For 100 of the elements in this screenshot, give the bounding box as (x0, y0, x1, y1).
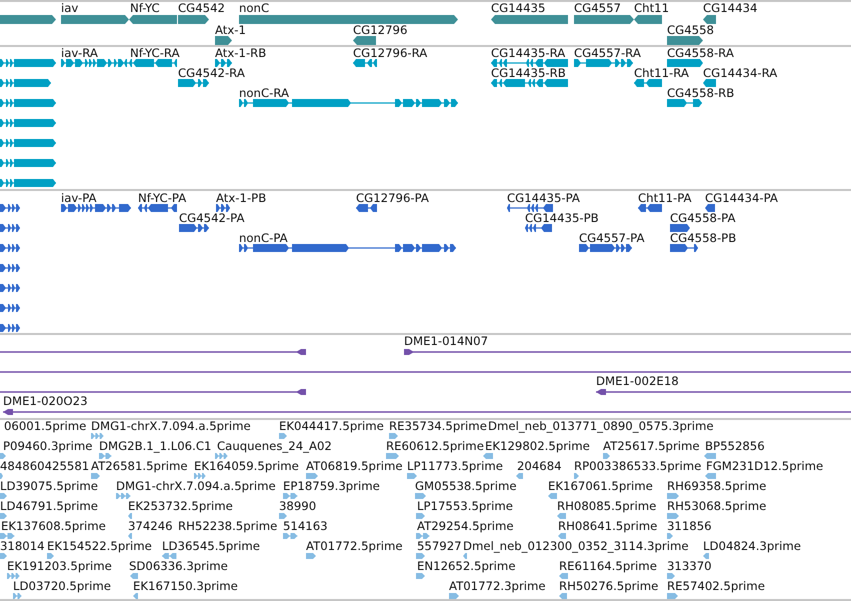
protein-feature[interactable] (0, 224, 20, 232)
est-feature[interactable] (0, 533, 15, 539)
est-feature[interactable] (7, 573, 20, 579)
protein-feature[interactable] (216, 204, 230, 212)
gene-feature[interactable] (129, 14, 177, 24)
transcript-feature[interactable] (239, 99, 458, 107)
est-feature[interactable] (407, 473, 417, 479)
est-feature[interactable] (667, 573, 675, 579)
protein-feature[interactable] (0, 204, 20, 212)
est-feature[interactable] (0, 513, 7, 519)
est-feature[interactable] (557, 513, 566, 519)
protein-feature[interactable] (670, 224, 690, 232)
est-feature[interactable] (128, 533, 132, 539)
protein-feature[interactable] (179, 224, 209, 232)
clone-feature[interactable] (596, 388, 851, 396)
est-feature[interactable] (705, 473, 716, 479)
est-feature[interactable] (389, 433, 398, 439)
est-feature[interactable] (0, 553, 7, 559)
transcript-feature[interactable] (0, 139, 56, 147)
gene-feature[interactable] (491, 14, 568, 24)
est-feature[interactable] (667, 533, 673, 539)
gene-feature[interactable] (667, 36, 703, 45)
transcript-feature[interactable] (491, 79, 568, 87)
est-feature[interactable] (516, 473, 523, 479)
est-feature[interactable] (13, 593, 22, 599)
est-feature[interactable] (306, 473, 318, 479)
gene-feature[interactable] (634, 14, 662, 24)
est-feature[interactable] (194, 473, 206, 479)
est-feature[interactable] (283, 493, 298, 499)
est-feature[interactable] (306, 553, 316, 559)
est-feature[interactable] (0, 453, 6, 459)
est-feature[interactable] (416, 553, 425, 559)
est-feature[interactable] (415, 493, 426, 499)
protein-feature[interactable] (0, 324, 20, 332)
est-feature[interactable] (483, 453, 493, 459)
gene-feature[interactable] (353, 36, 376, 45)
est-feature[interactable] (162, 553, 177, 559)
est-feature[interactable] (128, 513, 132, 519)
protein-feature[interactable] (638, 204, 662, 212)
est-feature[interactable] (91, 433, 104, 439)
transcript-feature[interactable] (667, 99, 702, 107)
est-feature[interactable] (559, 593, 567, 599)
est-feature[interactable] (116, 493, 131, 499)
est-feature[interactable] (416, 573, 425, 579)
protein-feature[interactable] (0, 244, 20, 252)
est-feature[interactable] (130, 573, 138, 579)
est-feature[interactable] (416, 533, 430, 539)
est-feature[interactable] (449, 593, 459, 599)
est-feature[interactable] (279, 433, 287, 439)
est-feature[interactable] (0, 493, 7, 499)
transcript-feature[interactable] (0, 99, 56, 107)
est-feature[interactable] (667, 593, 678, 599)
clone-feature[interactable] (404, 348, 851, 356)
est-feature[interactable] (548, 493, 557, 499)
transcript-feature[interactable] (215, 59, 232, 67)
gene-feature[interactable] (703, 14, 716, 24)
protein-feature[interactable] (356, 204, 377, 212)
transcript-feature[interactable] (0, 59, 56, 67)
transcript-feature[interactable] (491, 59, 568, 67)
transcript-feature[interactable] (0, 179, 56, 187)
transcript-feature[interactable] (0, 119, 56, 127)
est-feature[interactable] (133, 593, 138, 599)
protein-feature[interactable] (0, 264, 20, 272)
protein-feature[interactable] (579, 244, 632, 252)
transcript-feature[interactable] (178, 79, 209, 87)
est-feature[interactable] (667, 513, 679, 519)
gene-feature[interactable] (178, 14, 209, 24)
protein-feature[interactable] (507, 204, 553, 212)
transcript-feature[interactable] (0, 159, 56, 167)
protein-feature[interactable] (525, 224, 552, 232)
est-feature[interactable] (574, 473, 579, 479)
est-feature[interactable] (416, 513, 425, 519)
clone-feature[interactable] (3, 408, 851, 416)
gene-feature[interactable] (0, 14, 56, 24)
clone-feature[interactable] (0, 348, 306, 356)
est-feature[interactable] (703, 553, 709, 559)
transcript-feature[interactable] (667, 59, 703, 67)
est-feature[interactable] (283, 533, 298, 539)
protein-feature[interactable] (0, 284, 20, 292)
protein-feature[interactable] (239, 244, 456, 252)
est-feature[interactable] (463, 553, 467, 559)
est-feature[interactable] (558, 533, 566, 539)
protein-feature[interactable] (0, 304, 20, 312)
gene-feature[interactable] (215, 36, 232, 45)
est-feature[interactable] (99, 453, 112, 459)
est-feature[interactable] (91, 473, 100, 479)
est-feature[interactable] (667, 493, 679, 499)
est-feature[interactable] (47, 553, 54, 559)
transcript-feature[interactable] (703, 79, 716, 87)
transcript-feature[interactable] (574, 59, 633, 67)
transcript-feature[interactable] (634, 79, 662, 87)
protein-feature[interactable] (61, 204, 131, 212)
est-feature[interactable] (215, 453, 228, 459)
est-feature[interactable] (704, 453, 716, 459)
est-feature[interactable] (0, 473, 3, 479)
gene-feature[interactable] (239, 14, 458, 24)
est-feature[interactable] (603, 453, 610, 459)
gene-feature[interactable] (61, 14, 129, 24)
transcript-feature[interactable] (0, 79, 51, 87)
protein-feature[interactable] (705, 204, 715, 212)
